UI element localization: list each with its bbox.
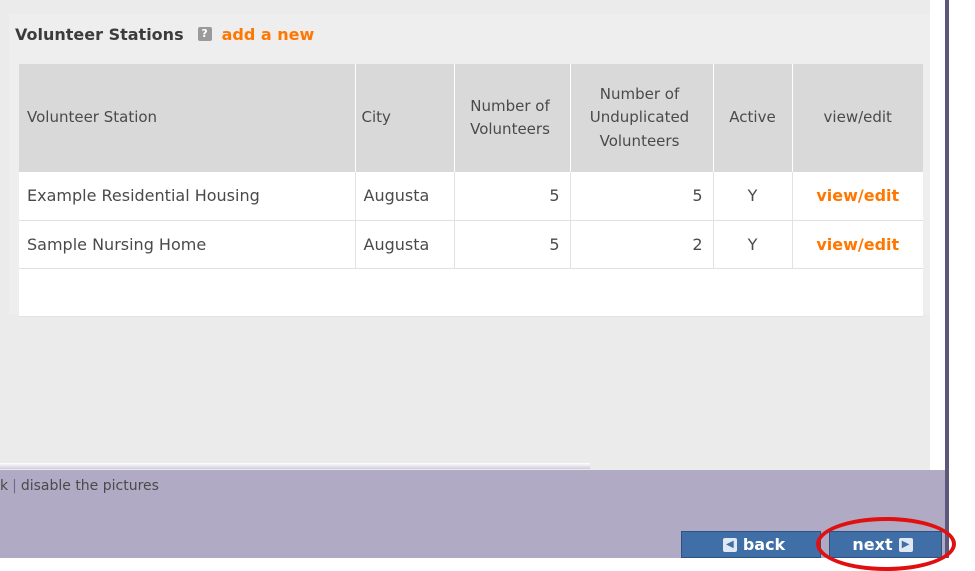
cell-number-of-volunteers: 5 (454, 220, 571, 269)
header-number-unduplicated: Number of Unduplicated Volunteers (570, 64, 714, 172)
add-new-link[interactable]: add a new (222, 25, 315, 44)
stations-title: Volunteer Stations (15, 24, 184, 44)
header-number-of-volunteers: Number of Volunteers (454, 64, 571, 172)
cell-city: Augusta (355, 220, 455, 269)
empty-row (19, 268, 923, 317)
arrow-left-icon: ◀ (722, 537, 737, 552)
cell-active: Y (713, 172, 793, 221)
header-volunteer-station: Volunteer Station (19, 64, 356, 172)
header-city: City (355, 64, 455, 172)
header-active: Active (713, 64, 793, 172)
cell-number-of-volunteers: 5 (454, 172, 571, 221)
empty-cell (19, 268, 923, 317)
back-label: back (742, 535, 786, 554)
cell-view-edit: view/edit (792, 220, 923, 269)
volunteer-stations-box: Volunteer Stations ? add a new Volunteer… (9, 14, 930, 317)
stations-table: Volunteer Station City Number of Volunte… (19, 64, 923, 317)
cell-view-edit: view/edit (792, 172, 923, 221)
arrow-right-icon: ▶ (898, 537, 913, 552)
disable-pictures-link[interactable]: disable the pictures (21, 478, 159, 494)
table-row: Sample Nursing Home Augusta 5 2 Y view/e… (19, 220, 923, 269)
cell-city: Augusta (355, 172, 455, 221)
cell-station-name: Sample Nursing Home (19, 220, 356, 269)
stations-table-wrapper: Volunteer Station City Number of Volunte… (19, 64, 923, 317)
footer-partial-link[interactable]: k (0, 478, 8, 494)
next-label: next (852, 535, 893, 554)
next-button[interactable]: next ▶ (829, 531, 942, 558)
help-icon[interactable]: ? (197, 27, 212, 41)
cell-station-name: Example Residential Housing (19, 172, 356, 221)
footer-links: k | disable the pictures (0, 478, 159, 494)
header-view-edit: view/edit (792, 64, 923, 172)
view-edit-link[interactable]: view/edit (816, 235, 899, 254)
cell-active: Y (713, 220, 793, 269)
cell-number-unduplicated: 2 (570, 220, 714, 269)
footer-separator: | (12, 478, 17, 494)
view-edit-link[interactable]: view/edit (816, 186, 899, 205)
table-row: Example Residential Housing Augusta 5 5 … (19, 172, 923, 221)
back-button[interactable]: ◀ back (681, 531, 821, 558)
stations-header: Volunteer Stations ? add a new (15, 22, 314, 46)
cell-number-unduplicated: 5 (570, 172, 714, 221)
outside-area (949, 0, 975, 558)
table-header-row: Volunteer Station City Number of Volunte… (19, 64, 923, 172)
footer-divider (0, 463, 590, 469)
